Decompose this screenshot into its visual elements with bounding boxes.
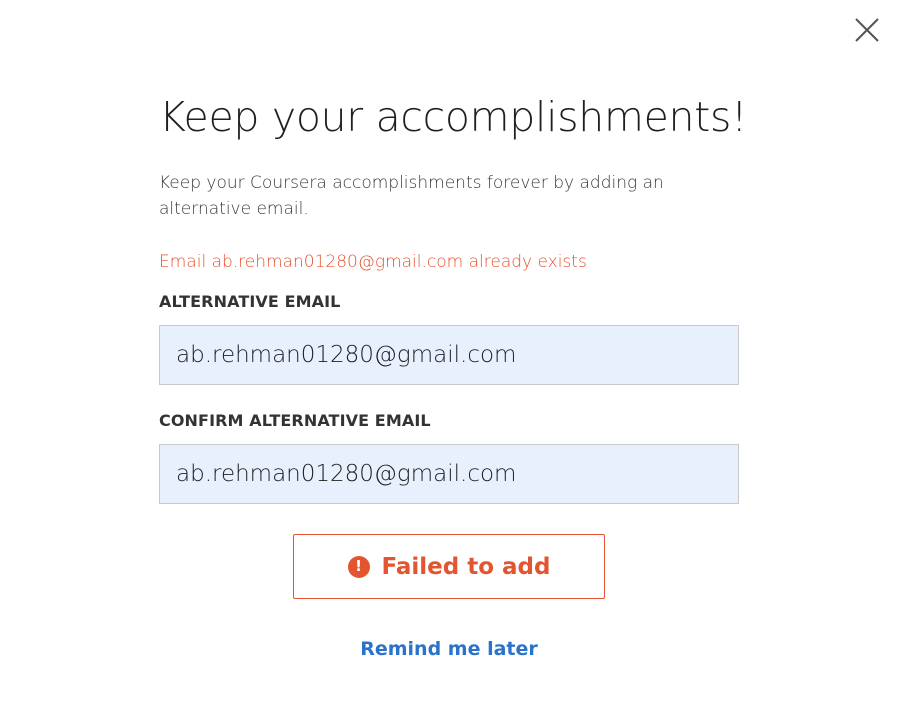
alert-circle-icon: ! bbox=[347, 555, 370, 578]
close-button[interactable] bbox=[853, 16, 881, 44]
confirm-email-input[interactable] bbox=[159, 444, 739, 504]
alternative-email-input[interactable] bbox=[159, 325, 739, 385]
error-message: Email ab.rehman01280@gmail.com already e… bbox=[159, 252, 587, 272]
modal-subtitle: Keep your Coursera accomplishments forev… bbox=[159, 173, 664, 219]
close-icon bbox=[855, 18, 879, 42]
alternative-email-label: ALTERNATIVE EMAIL bbox=[159, 292, 341, 311]
modal-title: Keep your accomplishments! bbox=[159, 93, 748, 141]
add-email-modal: Keep your accomplishments! Keep your Cou… bbox=[0, 0, 898, 713]
failed-to-add-label: Failed to add bbox=[381, 553, 551, 580]
failed-to-add-button[interactable]: ! Failed to add bbox=[293, 534, 605, 599]
confirm-email-label: CONFIRM ALTERNATIVE EMAIL bbox=[159, 411, 431, 430]
remind-me-later-link[interactable]: Remind me later bbox=[159, 638, 739, 660]
